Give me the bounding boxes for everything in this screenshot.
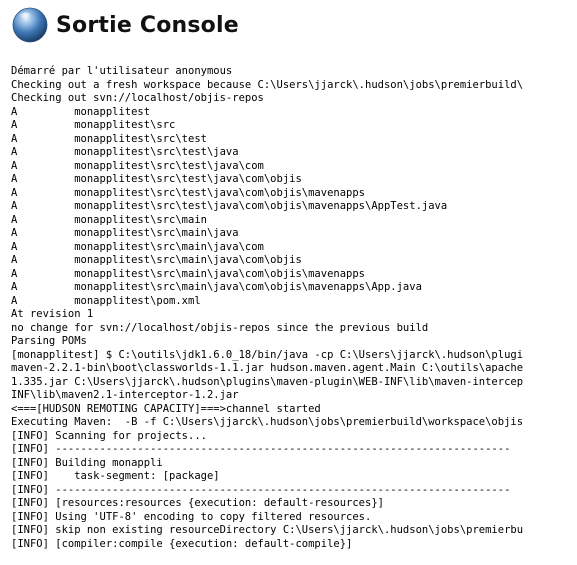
page-header: Sortie Console [12, 4, 239, 46]
console-line: [INFO] Scanning for projects... [11, 429, 207, 442]
console-line: Parsing POMs [11, 335, 87, 347]
console-line: <===[HUDSON REMOTING CAPACITY]===>channe… [11, 402, 321, 415]
console-line: [INFO] ---------------------------------… [11, 443, 511, 455]
console-line: 1.335.jar C:\Users\jjarck\.hudson\plugin… [11, 375, 524, 388]
console-line: A monapplitest\src [11, 119, 176, 131]
console-line: no change for svn://localhost/objis-repo… [11, 321, 429, 334]
console-line: [INFO] skip non existing resourceDirecto… [11, 524, 524, 536]
page-title: Sortie Console [56, 12, 239, 38]
console-line: A monapplitest\src\test\java\com\objis\m… [11, 200, 448, 212]
console-line: A monapplitest\src\test\java\com\objis\m… [11, 186, 366, 199]
console-line: At revision 1 [11, 308, 94, 320]
console-line: A monapplitest\pom.xml [11, 294, 201, 307]
console-line: Checking out svn://localhost/objis-repos [11, 92, 264, 104]
console-line: A monapplitest\src\test [11, 132, 207, 145]
console-output: Démarré par l'utilisateur anonymous Check… [11, 65, 577, 565]
console-line: A monapplitest\src\test\java\com\objis [11, 173, 302, 185]
console-line: [INFO] [resources:resources {execution: … [11, 497, 384, 509]
console-line: Executing Maven: -B -f C:\Users\jjarck\.… [11, 416, 524, 428]
console-line: [INFO] Building monappli [11, 456, 163, 469]
console-line: Checking out a fresh workspace because C… [11, 78, 524, 91]
console-line: A monapplitest\src\test\java [11, 146, 239, 158]
console-line: A monapplitest\src\main\java\com\objis [11, 254, 302, 266]
console-line: [monapplitest] $ C:\outils\jdk1.6.0_18/b… [11, 348, 524, 361]
console-line: [INFO] task-segment: [package] [11, 470, 220, 482]
console-line: A monapplitest\src\main\java\com\objis\m… [11, 267, 366, 280]
console-line: A monapplitest [11, 105, 151, 118]
console-line: [INFO] [compiler:compile {execution: def… [11, 537, 353, 550]
console-orb-icon [12, 7, 48, 43]
console-line: maven-2.2.1-bin\boot\classworlds-1.1.jar… [11, 362, 524, 374]
console-line: A monapplitest\src\main [11, 213, 207, 226]
console-line: A monapplitest\src\main\java\com [11, 240, 264, 253]
console-line: [INFO] ---------------------------------… [11, 483, 511, 496]
console-line: A monapplitest\src\main\java [11, 227, 239, 239]
console-line: INF\lib\maven2.1-interceptor-1.2.jar [11, 389, 239, 401]
console-line: [INFO] Using 'UTF-8' encoding to copy fi… [11, 510, 372, 523]
console-line: A monapplitest\src\main\java\com\objis\m… [11, 281, 422, 293]
console-line: A monapplitest\src\test\java\com [11, 159, 264, 172]
console-line: Démarré par l'utilisateur anonymous [11, 65, 233, 77]
